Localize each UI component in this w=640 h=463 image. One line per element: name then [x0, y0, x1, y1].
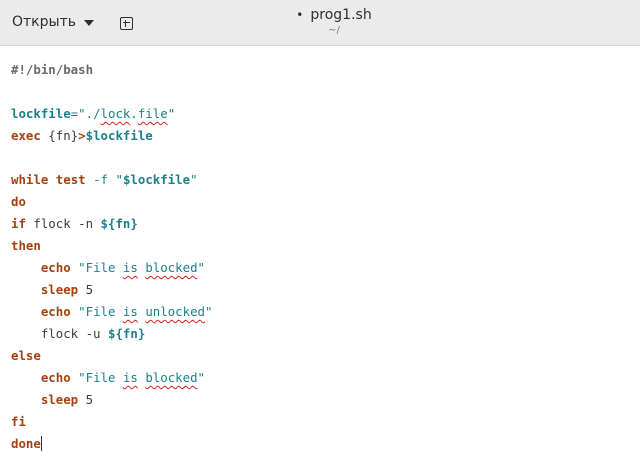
code-token: -f — [93, 172, 109, 187]
modified-indicator: • — [296, 8, 304, 22]
code-line: exec {fn}>$lockfile — [0, 125, 640, 147]
code-token: " — [197, 370, 205, 385]
code-token: 5 — [78, 392, 94, 407]
code-token: " — [197, 260, 205, 275]
code-token: flock -n — [25, 216, 101, 231]
code-token: while — [11, 172, 49, 187]
code-line: done — [0, 433, 640, 455]
code-line: echo "File is blocked" — [0, 257, 640, 279]
code-line: else — [0, 345, 640, 367]
code-line: while test -f "$lockfile" — [0, 169, 640, 191]
code-token: " — [70, 370, 86, 385]
code-token: if — [11, 216, 26, 231]
code-token: " — [205, 304, 213, 319]
code-token: sleep — [40, 392, 79, 407]
code-token: echo — [40, 304, 71, 319]
code-token: sleep — [40, 282, 79, 297]
code-line: then — [0, 235, 640, 257]
code-token: " — [190, 172, 198, 187]
file-path: ~/ — [328, 25, 340, 36]
code-token: File — [85, 370, 116, 385]
code-token-misspelled: file — [137, 106, 168, 121]
window-title: • prog1.sh ~/ — [0, 6, 640, 38]
code-token: 5 — [78, 282, 94, 297]
code-token: ${fn} — [107, 326, 146, 341]
code-token: " — [70, 260, 86, 275]
code-token: $lockfile — [122, 172, 191, 187]
code-token: then — [11, 238, 41, 253]
code-token-misspelled: is — [122, 370, 138, 385]
code-token-misspelled: blocked — [145, 260, 198, 275]
code-token: File — [85, 304, 116, 319]
code-line: lockfile="./lock.file" — [0, 103, 640, 125]
code-token: " — [70, 304, 86, 319]
code-token: File — [85, 260, 116, 275]
code-token: echo — [40, 370, 71, 385]
code-token-misspelled: unlocked — [145, 304, 205, 319]
code-token: $lockfile — [85, 128, 153, 143]
code-token: " — [167, 106, 176, 121]
code-line: echo "File is unlocked" — [0, 301, 640, 323]
code-token: exec — [11, 128, 41, 143]
code-token: . — [130, 106, 138, 121]
code-token: fi — [11, 414, 26, 429]
code-line: if flock -n ${fn} — [0, 213, 640, 235]
code-token: echo — [40, 260, 71, 275]
code-token: " — [108, 172, 123, 187]
code-token: else — [11, 348, 41, 363]
code-token: > — [78, 128, 86, 143]
code-token-misspelled: is — [122, 304, 138, 319]
code-token: ${fn} — [100, 216, 138, 231]
text-cursor — [40, 436, 42, 451]
code-token: lockfile — [11, 106, 71, 121]
file-title: prog1.sh — [310, 7, 372, 23]
code-line: #!/bin/bash — [0, 59, 640, 81]
code-line: do — [0, 191, 640, 213]
code-token: do — [11, 194, 26, 209]
code-token: ="./ — [70, 106, 101, 121]
code-token-misspelled: blocked — [145, 370, 198, 385]
code-token: test — [55, 172, 86, 187]
code-line: echo "File is blocked" — [0, 367, 640, 389]
code-token: #!/bin/bash — [11, 62, 94, 77]
code-token: {fn} — [40, 128, 79, 143]
code-token: flock -u — [11, 326, 108, 341]
header-bar: Открыть • prog1.sh ~/ — [0, 0, 640, 46]
code-token: done — [11, 436, 41, 451]
code-editor[interactable]: #!/bin/bash lockfile="./lock.file" exec … — [0, 46, 640, 463]
code-token-misspelled: is — [122, 260, 138, 275]
code-token-misspelled: lock — [100, 106, 131, 121]
code-line: sleep 5 — [0, 389, 640, 411]
code-line: flock -u ${fn} — [0, 323, 640, 345]
code-line: fi — [0, 411, 640, 433]
code-line: sleep 5 — [0, 279, 640, 301]
